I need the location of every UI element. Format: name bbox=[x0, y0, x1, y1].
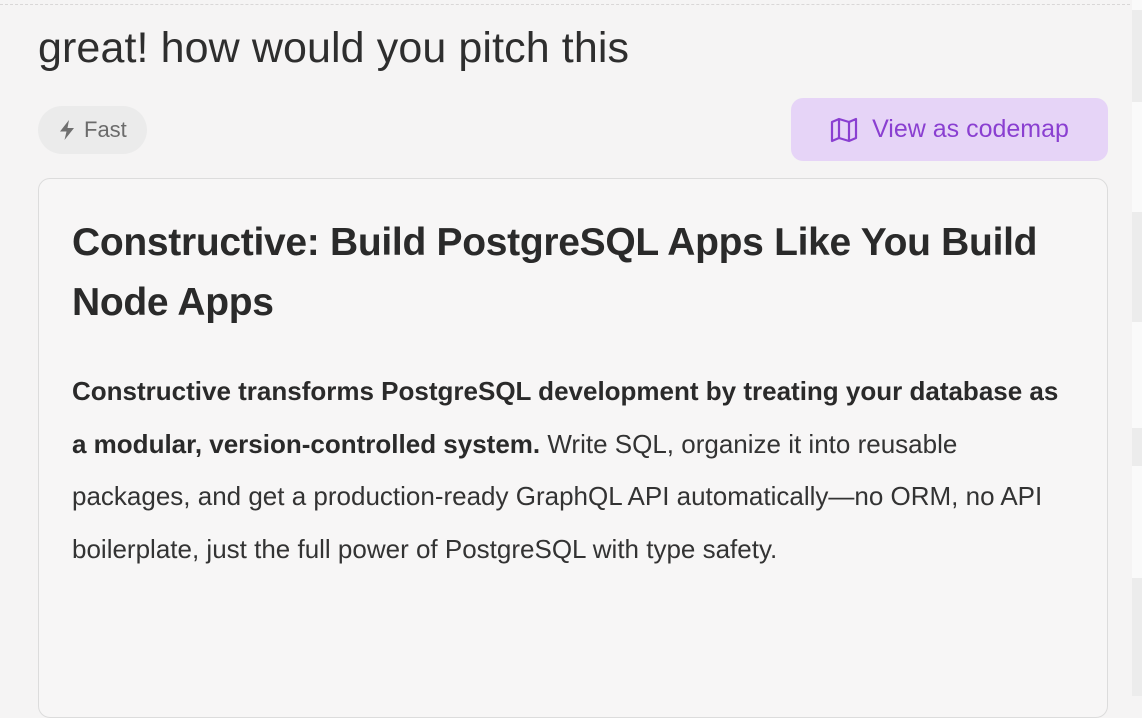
view-as-codemap-label: View as codemap bbox=[872, 115, 1069, 143]
right-scroll-rail[interactable] bbox=[1132, 0, 1142, 696]
response-card: Constructive: Build PostgreSQL Apps Like… bbox=[38, 178, 1108, 718]
response-paragraph: Constructive transforms PostgreSQL devel… bbox=[72, 365, 1072, 575]
top-divider bbox=[0, 4, 1130, 5]
fast-mode-label: Fast bbox=[84, 117, 127, 142]
rail-segment bbox=[1132, 428, 1142, 466]
rail-segment bbox=[1132, 212, 1142, 322]
response-title: Constructive: Build PostgreSQL Apps Like… bbox=[72, 221, 1038, 324]
user-prompt: great! how would you pitch this bbox=[38, 24, 630, 72]
rail-segment bbox=[1132, 10, 1142, 102]
view-as-codemap-button[interactable]: View as codemap bbox=[791, 98, 1108, 161]
lightning-bolt-icon bbox=[58, 119, 76, 141]
rail-segment bbox=[1132, 578, 1142, 696]
fast-mode-chip[interactable]: Fast bbox=[38, 106, 147, 154]
map-icon bbox=[830, 117, 858, 143]
